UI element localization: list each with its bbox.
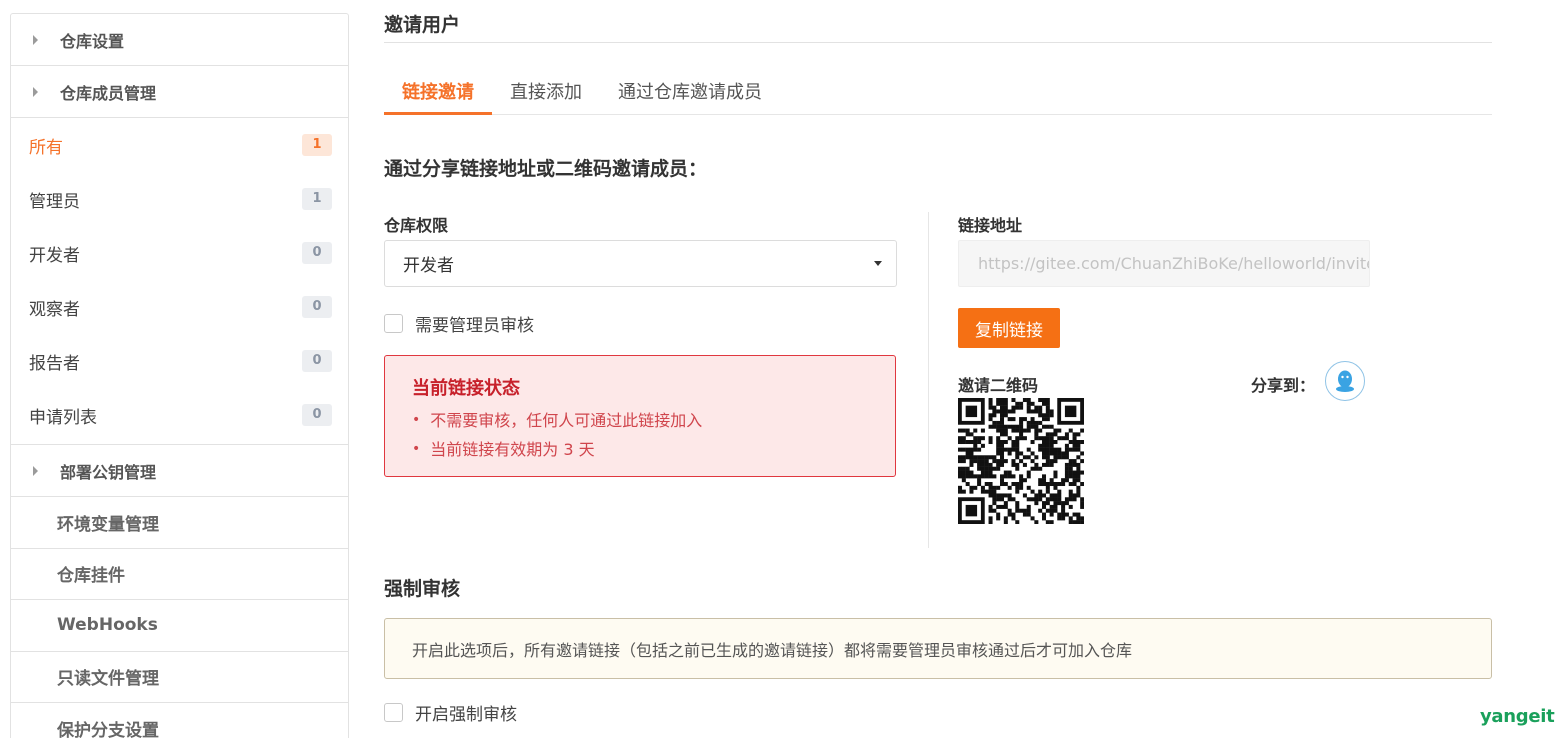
member-filter-list: 所有 1 管理员 1 开发者 0 观察者 0 报告者 0 申请列表 0 [11, 118, 348, 445]
member-filter-label: 观察者 [29, 299, 80, 320]
permission-label: 仓库权限 [384, 216, 449, 235]
force-review-notice: 开启此选项后，所有邀请链接（包括之前已生成的邀请链接）都将需要管理员审核通过后才… [384, 618, 1492, 679]
member-filter-label: 报告者 [29, 353, 80, 374]
permission-select-value: 开发者 [403, 256, 454, 276]
sidebar-item-deploy-keys[interactable]: 部署公钥管理 [11, 445, 348, 497]
sidebar-item-label: 部署公钥管理 [60, 462, 157, 482]
sidebar-item-repo-settings[interactable]: 仓库设置 [11, 14, 348, 66]
caret-right-icon [33, 465, 38, 476]
caret-down-icon [874, 261, 882, 266]
sidebar-item-readonly-files[interactable]: 只读文件管理 [11, 652, 348, 703]
count-badge: 0 [302, 296, 332, 318]
count-badge: 1 [302, 188, 332, 210]
force-review-label: 开启强制审核 [415, 705, 517, 725]
force-review-option[interactable]: 开启强制审核 [384, 700, 517, 725]
force-review-checkbox[interactable] [384, 703, 403, 722]
sidebar-item-label: 仓库成员管理 [60, 83, 157, 103]
status-line: • 不需要审核，任何人可通过此链接加入 [412, 406, 895, 435]
sidebar-item-env-vars[interactable]: 环境变量管理 [11, 497, 348, 549]
permission-column: 仓库权限 开发者 需要管理员审核 当前链接状态 • 不需要审核，任何人可通过此链… [384, 212, 897, 477]
tab-direct-add[interactable]: 直接添加 [492, 72, 600, 115]
sidebar-item-members-reporter[interactable]: 报告者 0 [11, 334, 348, 388]
count-badge: 0 [302, 350, 332, 372]
page-root: 仓库设置 仓库成员管理 所有 1 管理员 1 开发者 0 观察者 0 报告者 0… [0, 0, 1555, 738]
link-label: 链接地址 [958, 216, 1023, 235]
sidebar-item-members-admin[interactable]: 管理员 1 [11, 172, 348, 226]
qq-icon[interactable] [1325, 361, 1365, 401]
link-column: 链接地址 https://gitee.com/ChuanZhiBoKe/hell… [958, 212, 1492, 532]
require-review-checkbox[interactable] [384, 314, 403, 333]
force-review-heading: 强制审核 [384, 578, 461, 600]
status-title: 当前链接状态 [412, 378, 520, 399]
section-heading: 通过分享链接地址或二维码邀请成员： [384, 158, 708, 180]
status-line-text: 当前链接有效期为 3 天 [430, 440, 595, 459]
sidebar-item-member-management[interactable]: 仓库成员管理 [11, 66, 348, 118]
column-divider [928, 212, 929, 548]
bullet-icon: • [412, 441, 421, 457]
bullet-icon: • [412, 412, 421, 428]
count-badge: 0 [302, 242, 332, 264]
member-filter-label: 管理员 [29, 191, 80, 212]
caret-right-icon [33, 86, 38, 97]
qr-code-icon [958, 398, 1084, 524]
settings-sidebar: 仓库设置 仓库成员管理 所有 1 管理员 1 开发者 0 观察者 0 报告者 0… [10, 13, 349, 738]
sidebar-item-members-developer[interactable]: 开发者 0 [11, 226, 348, 280]
link-status-box: 当前链接状态 • 不需要审核，任何人可通过此链接加入 • 当前链接有效期为 3 … [384, 355, 896, 477]
share-label: 分享到： [1251, 376, 1316, 395]
main-content: 邀请用户 链接邀请 直接添加 通过仓库邀请成员 通过分享链接地址或二维码邀请成员… [384, 0, 1492, 738]
tab-invite-via-repo[interactable]: 通过仓库邀请成员 [600, 72, 780, 115]
status-line: • 当前链接有效期为 3 天 [412, 435, 895, 464]
caret-right-icon [33, 34, 38, 45]
sidebar-item-widgets[interactable]: 仓库挂件 [11, 549, 348, 600]
count-badge: 0 [302, 404, 332, 426]
sidebar-item-webhooks[interactable]: WebHooks [11, 600, 348, 652]
sidebar-item-label: 仓库设置 [60, 31, 125, 51]
status-line-text: 不需要审核，任何人可通过此链接加入 [430, 411, 703, 430]
require-review-label: 需要管理员审核 [415, 316, 534, 336]
sidebar-item-members-all[interactable]: 所有 1 [11, 118, 348, 172]
count-badge: 1 [302, 134, 332, 156]
member-filter-label: 所有 [29, 137, 63, 158]
member-filter-label: 申请列表 [29, 407, 97, 428]
sidebar-item-members-applications[interactable]: 申请列表 0 [11, 388, 348, 442]
qr-label: 邀请二维码 [958, 376, 1039, 395]
brand-logo: yangeit [1480, 706, 1555, 727]
permission-select[interactable]: 开发者 [384, 240, 897, 287]
require-review-option[interactable]: 需要管理员审核 [384, 311, 534, 336]
copy-link-button[interactable]: 复制链接 [958, 308, 1060, 348]
page-title: 邀请用户 [384, 10, 1492, 43]
member-filter-label: 开发者 [29, 245, 80, 266]
sidebar-item-protected-branches[interactable]: 保护分支设置 [11, 703, 348, 738]
invite-tabs: 链接邀请 直接添加 通过仓库邀请成员 [384, 72, 1492, 115]
invite-link-field[interactable]: https://gitee.com/ChuanZhiBoKe/helloworl… [958, 240, 1370, 287]
sidebar-item-members-observer[interactable]: 观察者 0 [11, 280, 348, 334]
tab-link-invite[interactable]: 链接邀请 [384, 72, 492, 115]
